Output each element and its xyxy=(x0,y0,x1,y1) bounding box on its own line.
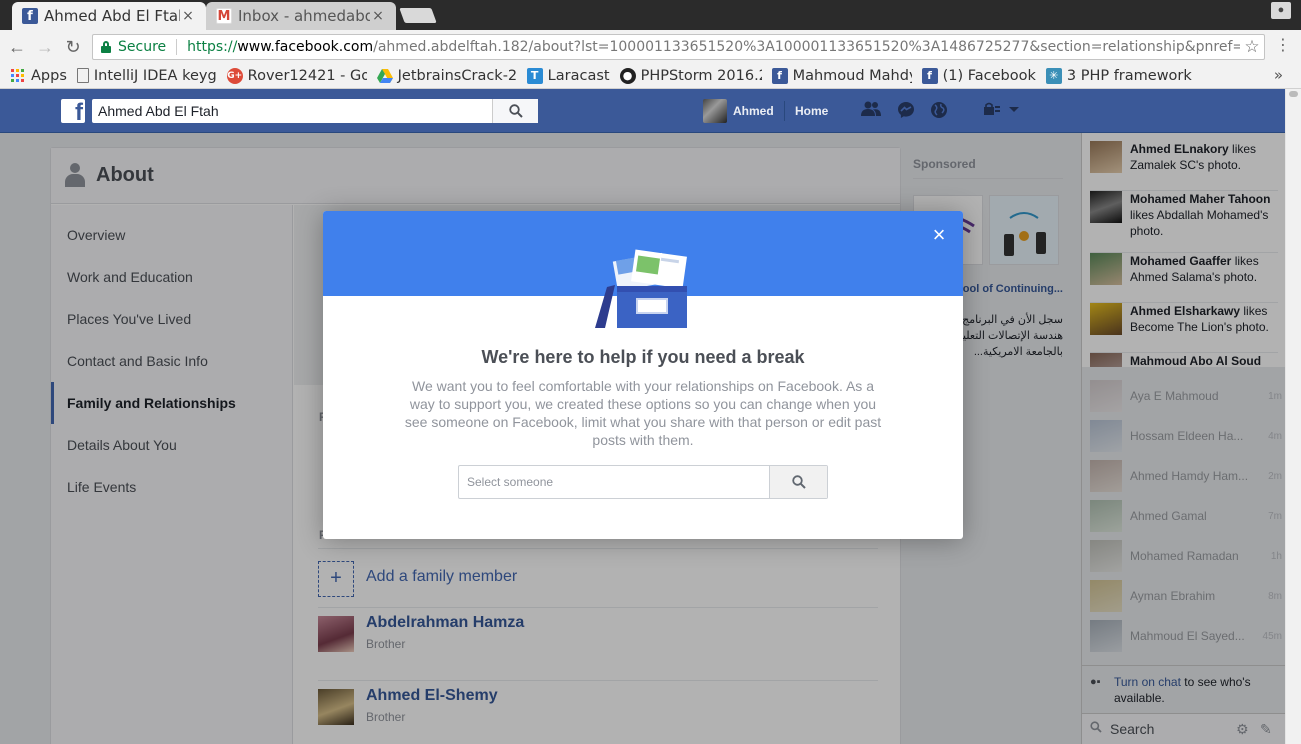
bookmark-laracast[interactable]: T Laracast xyxy=(526,67,610,84)
browser-tab-facebook[interactable]: f Ahmed Abd El Ftah × xyxy=(12,2,206,30)
home-link[interactable]: Home xyxy=(795,104,828,118)
dialog-body: We want you to feel comfortable with you… xyxy=(404,378,882,448)
page-icon xyxy=(76,68,89,83)
facebook-favicon-icon: f xyxy=(22,8,38,24)
close-icon[interactable]: × xyxy=(927,223,951,247)
bookmark-label: Rover12421 - Goo xyxy=(247,67,367,84)
facebook-icon: f xyxy=(771,67,788,84)
messenger-icon[interactable] xyxy=(895,101,917,121)
framework-icon: ✳ xyxy=(1045,67,1062,84)
browser-tab-gmail[interactable]: M Inbox - ahmedabdelftah × xyxy=(206,2,396,30)
browser-menu-icon[interactable]: ⋮ xyxy=(1275,37,1291,55)
facebook-header: f Ahmed Abd El Ftah Ahmed Home xyxy=(0,89,1285,133)
bookmark-facebook[interactable]: f (1) Facebook xyxy=(921,67,1036,84)
bookmark-label: 3 PHP framework xyxy=(1066,67,1192,84)
browser-toolbar: ← → ↻ Secure https:// www.facebook.com /… xyxy=(0,30,1301,63)
select-someone-input[interactable] xyxy=(459,466,769,498)
friend-requests-icon[interactable] xyxy=(860,101,882,121)
secure-label: Secure xyxy=(118,39,167,55)
bookmark-label: (1) Facebook xyxy=(942,67,1036,84)
bookmarks-bar: Apps IntelliJ IDEA keyg G+ Rover12421 - … xyxy=(0,63,1301,89)
avatar[interactable] xyxy=(703,99,727,123)
header-divider xyxy=(784,101,785,121)
facebook-search[interactable]: Ahmed Abd El Ftah xyxy=(92,99,538,123)
google-plus-icon: G+ xyxy=(226,67,243,84)
bookmark-rover[interactable]: G+ Rover12421 - Goo xyxy=(226,67,367,84)
search-icon[interactable] xyxy=(492,99,538,123)
tab-label: Ahmed Abd El Ftah xyxy=(44,7,180,25)
browser-tab-bar: f Ahmed Abd El Ftah × M Inbox - ahmedabd… xyxy=(0,0,1301,30)
back-arrow-icon[interactable]: ← xyxy=(6,36,28,58)
notifications-globe-icon[interactable] xyxy=(928,101,950,121)
bookmark-label: Mahmoud Mahdy xyxy=(792,67,912,84)
bookmark-star-icon[interactable]: ☆ xyxy=(1240,37,1264,57)
facebook-icon: f xyxy=(921,67,938,84)
profile-link[interactable]: Ahmed xyxy=(733,104,774,118)
bookmark-jetbrains[interactable]: JetbrainsCrack-2 xyxy=(376,67,517,84)
bookmarks-more-icon[interactable]: » xyxy=(1274,66,1283,84)
address-divider xyxy=(176,39,178,55)
bookmark-apps[interactable]: Apps xyxy=(10,68,67,84)
quick-help-menu-icon[interactable] xyxy=(981,101,1021,121)
bookmark-label: Laracast xyxy=(547,67,610,84)
url-scheme: https:// xyxy=(187,39,238,55)
github-icon: ● xyxy=(619,67,636,84)
bookmark-mahmoud[interactable]: f Mahmoud Mahdy xyxy=(771,67,912,84)
tab-close-icon[interactable]: × xyxy=(180,8,196,24)
break-help-dialog: × We're here to help if you need a break… xyxy=(323,211,963,539)
url-path: /ahmed.abdelftah.182/about?lst=100001133… xyxy=(373,39,1240,55)
address-bar[interactable]: Secure https:// www.facebook.com /ahmed.… xyxy=(92,34,1265,60)
tab-close-icon[interactable]: × xyxy=(370,8,386,24)
search-icon[interactable] xyxy=(769,466,827,498)
browser-profile-icon[interactable]: ● xyxy=(1271,2,1291,19)
lock-icon xyxy=(101,41,111,53)
page-scrollbar[interactable] xyxy=(1285,89,1301,744)
url-host: www.facebook.com xyxy=(237,39,374,55)
tab-label: Inbox - ahmedabdelftah xyxy=(238,7,370,25)
scrollbar-thumb[interactable] xyxy=(1289,91,1298,97)
gmail-favicon-icon: M xyxy=(216,8,232,24)
bookmark-intellij[interactable]: IntelliJ IDEA keyg xyxy=(76,67,217,84)
bookmark-label: JetbrainsCrack-2 xyxy=(397,67,517,84)
facebook-logo-icon[interactable]: f xyxy=(61,99,85,123)
dialog-title: We're here to help if you need a break xyxy=(481,347,805,367)
apps-grid-icon xyxy=(10,68,26,84)
bookmark-php-frameworks[interactable]: ✳ 3 PHP framework xyxy=(1045,67,1192,84)
bookmark-label: Apps xyxy=(31,67,67,84)
facebook-search-input[interactable]: Ahmed Abd El Ftah xyxy=(92,99,492,123)
bookmark-phpstorm[interactable]: ● PHPStorm 2016.2 xyxy=(619,67,762,84)
laracast-icon: T xyxy=(526,67,543,84)
google-drive-icon xyxy=(376,68,393,84)
reload-icon[interactable]: ↻ xyxy=(62,36,84,58)
new-tab-button[interactable] xyxy=(399,8,437,23)
bookmark-label: PHPStorm 2016.2 xyxy=(640,67,762,84)
bookmark-label: IntelliJ IDEA keyg xyxy=(93,67,217,84)
select-someone-search xyxy=(458,465,828,499)
memory-box-icon xyxy=(593,249,693,334)
forward-arrow-icon[interactable]: → xyxy=(34,36,56,58)
